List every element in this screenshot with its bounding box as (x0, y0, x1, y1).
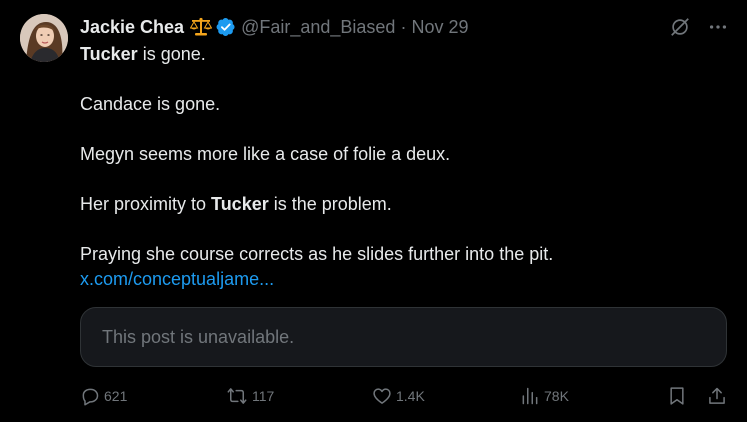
post-body: Tucker is gone. Candace is gone. Megyn s… (80, 42, 720, 292)
repost-count: 117 (252, 388, 275, 404)
reply-button[interactable]: 621 (80, 384, 127, 408)
views-button[interactable]: 78K (520, 384, 569, 408)
repost-button[interactable]: 117 (226, 384, 274, 408)
header-separator: · (400, 16, 407, 37)
reply-count: 621 (104, 388, 128, 404)
quoted-post-unavailable: This post is unavailable. (80, 307, 727, 367)
heart-icon (373, 388, 391, 404)
post-text: is the problem. (268, 194, 392, 214)
reply-icon (82, 388, 99, 406)
bookmark-button[interactable] (667, 384, 687, 408)
like-button[interactable]: 1.4K (372, 384, 425, 408)
top-right-controls (669, 16, 729, 38)
action-bar: 621 117 1.4K 78K (80, 384, 727, 408)
post-text: Her proximity to (80, 194, 212, 214)
post-header: Jackie Chea @Fair_and_Biased · Nov 29 (80, 14, 469, 40)
post-paragraph: Tucker is gone. (80, 42, 720, 67)
like-count: 1.4K (396, 388, 425, 404)
scales-emoji-icon (190, 17, 213, 37)
post-paragraph: Praying she course corrects as he slides… (80, 242, 720, 292)
share-button[interactable] (707, 384, 727, 408)
bookmark-icon (670, 387, 684, 405)
post-link[interactable]: x.com/conceptualjame... (80, 269, 274, 289)
author-handle[interactable]: @Fair_and_Biased (241, 17, 395, 38)
author-name[interactable]: Jackie Chea (80, 17, 184, 38)
avatar[interactable] (20, 14, 68, 62)
post-paragraph: Megyn seems more like a case of folie a … (80, 144, 451, 164)
views-count: 78K (544, 388, 569, 404)
post: Jackie Chea @Fair_and_Biased · Nov 29 Tu… (0, 0, 747, 422)
more-options-icon[interactable] (707, 16, 729, 38)
repost-icon (227, 388, 247, 404)
mention-text: Tucker (80, 44, 138, 64)
post-text: is gone. (137, 44, 206, 64)
post-paragraph: Candace is gone. (80, 94, 221, 114)
verified-badge-icon[interactable] (216, 17, 236, 37)
post-paragraph: Her proximity to Tucker is the problem. (80, 192, 720, 217)
analytics-icon (522, 387, 538, 405)
mention-text: Tucker (211, 194, 269, 214)
quote-unavailable-text: This post is unavailable. (102, 326, 295, 347)
grok-icon[interactable] (669, 16, 691, 38)
post-date[interactable]: Nov 29 (411, 17, 468, 38)
post-text: Praying she course corrects as he slides… (80, 244, 554, 264)
share-icon (709, 387, 725, 404)
